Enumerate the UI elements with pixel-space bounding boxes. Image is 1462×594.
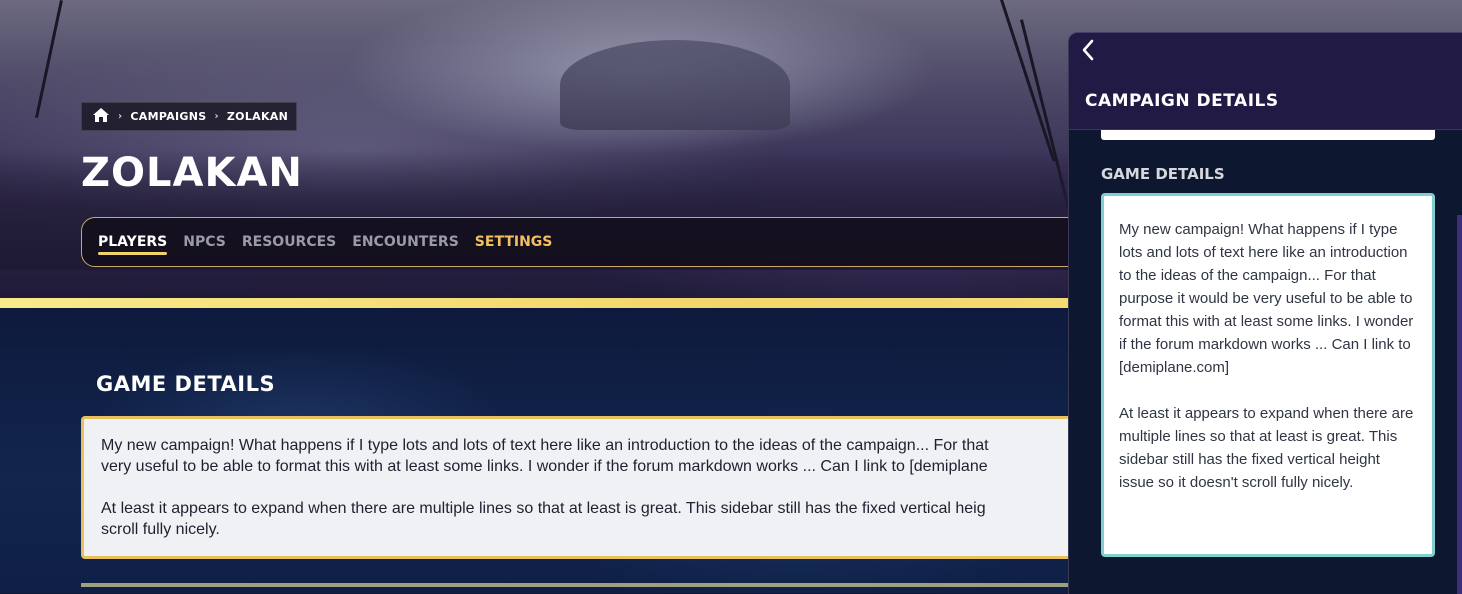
sidebar-title: CAMPAIGN DETAILS — [1085, 91, 1279, 111]
page-title: ZOLAKAN — [81, 150, 303, 196]
sidebar-game-details-heading: GAME DETAILS — [1101, 165, 1225, 183]
game-details-text: My new campaign! What happens if I type … — [81, 416, 1091, 559]
game-details-line: At least it appears to expand when there… — [101, 500, 986, 517]
background-hill — [560, 40, 790, 130]
tab-players[interactable]: PLAYERS — [98, 234, 168, 255]
section-divider — [81, 583, 1071, 587]
chevron-right-icon: › — [214, 111, 219, 122]
tab-encounters[interactable]: ENCOUNTERS — [352, 234, 459, 250]
tab-resources[interactable]: RESOURCES — [242, 234, 336, 250]
breadcrumb: › CAMPAIGNS › ZOLAKAN — [81, 102, 298, 131]
campaign-tabs: PLAYERS NPCS RESOURCES ENCOUNTERS SETTIN… — [81, 217, 1101, 267]
game-details-line: very useful to be able to format this wi… — [101, 458, 988, 475]
sidebar-header: CAMPAIGN DETAILS — [1069, 33, 1462, 130]
sidebar-scrollbar[interactable] — [1457, 215, 1462, 594]
tab-npcs[interactable]: NPCS — [183, 234, 226, 250]
textarea-paragraph: My new campaign! What happens if I type … — [1119, 221, 1414, 376]
campaign-details-sidebar: CAMPAIGN DETAILS GAME DETAILS My new cam… — [1068, 32, 1462, 594]
background-spear — [35, 0, 63, 119]
breadcrumb-item-current: ZOLAKAN — [226, 110, 289, 123]
home-icon[interactable] — [92, 107, 110, 126]
sidebar-input-field[interactable] — [1101, 130, 1435, 140]
breadcrumb-item-campaigns[interactable]: CAMPAIGNS — [130, 110, 206, 123]
chevron-right-icon: › — [118, 111, 123, 122]
chevron-left-icon[interactable] — [1081, 39, 1105, 69]
textarea-paragraph: At least it appears to expand when there… — [1119, 405, 1414, 491]
game-details-line: My new campaign! What happens if I type … — [101, 437, 989, 454]
tab-settings[interactable]: SETTINGS — [475, 234, 553, 250]
game-details-textarea[interactable]: My new campaign! What happens if I type … — [1101, 193, 1435, 557]
game-details-heading: GAME DETAILS — [96, 372, 276, 396]
background-spear — [1000, 0, 1056, 162]
game-details-line: scroll fully nicely. — [101, 521, 220, 538]
